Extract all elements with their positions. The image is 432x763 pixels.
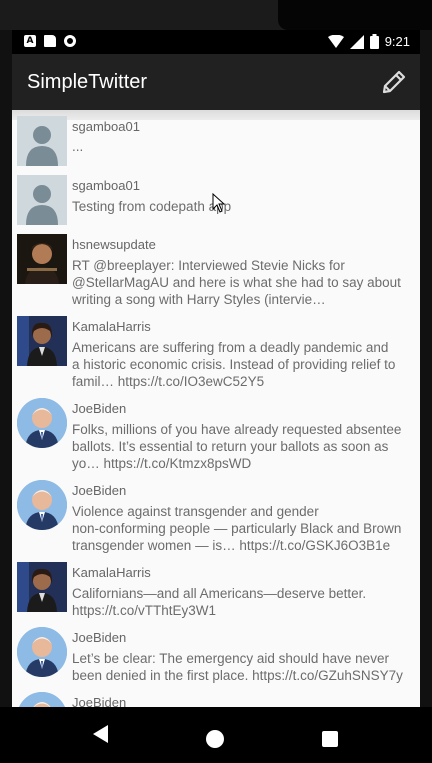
app-bar: SimpleTwitter <box>12 54 420 110</box>
default-avatar-icon[interactable] <box>17 116 67 166</box>
tweet-body: RT @breeplayer: Interviewed Stevie Nicks… <box>72 258 401 307</box>
tweet-username: JoeBiden <box>72 630 127 645</box>
profile-photo-icon[interactable] <box>17 316 67 366</box>
tweet-username: JoeBiden <box>72 483 127 498</box>
sd-card-icon <box>44 35 56 47</box>
status-time: 9:21 <box>384 34 410 49</box>
mouse-cursor-icon <box>212 193 226 213</box>
device-top-notch <box>278 0 432 30</box>
profile-photo-icon[interactable] <box>17 480 67 530</box>
tweet-body: Testing from codepath app <box>72 199 232 214</box>
tweet-body: Violence against transgender and gender … <box>72 504 402 553</box>
tweet-username: sgamboa01 <box>72 178 140 193</box>
profile-photo-icon[interactable] <box>17 562 67 612</box>
tweet-body: Californians—and all Americans—deserve b… <box>72 586 367 618</box>
system-nav-bar <box>0 707 432 763</box>
profile-photo-icon[interactable] <box>17 692 67 707</box>
wifi-icon <box>327 34 344 48</box>
tweet-username: JoeBiden <box>72 695 127 707</box>
tweet-username: JoeBiden <box>72 401 127 416</box>
a-notification-icon: A <box>24 35 36 47</box>
profile-photo-icon[interactable] <box>17 627 67 677</box>
tweet-username: KamalaHarris <box>72 565 151 580</box>
tweet-body: Folks, millions of you have already requ… <box>72 422 402 471</box>
app-title: SimpleTwitter <box>27 71 148 93</box>
tweet-body: ... <box>72 139 84 154</box>
tweet-username: KamalaHarris <box>72 319 151 334</box>
tweet-username: hsnewsupdate <box>72 237 156 252</box>
home-icon[interactable] <box>206 730 224 748</box>
profile-photo-icon[interactable] <box>17 234 67 284</box>
status-left-icons: A <box>24 35 76 47</box>
compose-pencil-icon[interactable] <box>380 68 408 96</box>
signal-icon <box>349 34 364 49</box>
status-bar: A 9:21 <box>12 30 420 54</box>
tweet-body: Let’s be clear: The emergency aid should… <box>72 651 403 683</box>
back-icon[interactable] <box>93 725 109 743</box>
status-right-icons: 9:21 <box>327 34 410 49</box>
tweet-body: Americans are suffering from a deadly pa… <box>72 340 396 389</box>
sync-icon <box>64 35 76 47</box>
default-avatar-icon[interactable] <box>17 175 67 225</box>
recent-apps-icon[interactable] <box>322 731 338 747</box>
profile-photo-icon[interactable] <box>17 398 67 448</box>
tweet-username: sgamboa01 <box>72 119 140 134</box>
battery-icon <box>369 34 379 49</box>
